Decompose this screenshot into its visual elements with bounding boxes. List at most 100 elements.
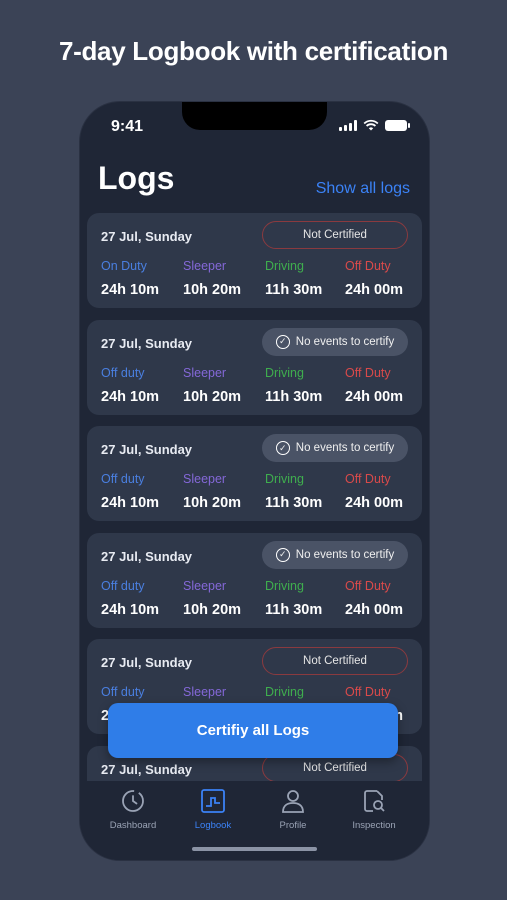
duty-hours: 10h 20m	[183, 388, 242, 405]
duty-label: Off Duty	[345, 365, 391, 380]
duty-label: Sleeper	[183, 578, 227, 593]
duty-column: Off Duty 24h 00m	[345, 259, 403, 298]
duty-column: Sleeper 10h 20m	[183, 472, 241, 511]
log-date: 27 Jul, Sunday	[101, 335, 193, 351]
certification-status: Not Certified	[303, 655, 367, 667]
certification-status: Not Certified	[303, 761, 367, 774]
duty-column: Driving 11h 30m	[265, 472, 322, 511]
certification-status: No events to certify	[295, 335, 395, 348]
duty-hours: 24h 10m	[101, 495, 160, 511]
duty-column: Off Duty 24h 00m	[345, 472, 403, 511]
not-certified-badge[interactable]: Not Certified	[262, 647, 408, 675]
certify-all-button[interactable]: Certifiy all Logs	[108, 703, 398, 758]
signal-icon	[339, 119, 357, 131]
status-time: 9:41	[111, 118, 144, 135]
duty-column: On Duty 24h 10m	[101, 259, 159, 298]
duty-label: Off Duty	[345, 578, 391, 593]
not-certified-badge[interactable]: Not Certified	[262, 221, 408, 249]
check-circle-icon: ✓	[275, 334, 290, 349]
log-date: 27 Jul, Sunday	[101, 229, 193, 244]
headline: 7-day Logbook with certification	[58, 36, 449, 66]
no-events-badge[interactable]: ✓ No events to certify	[262, 540, 408, 569]
duty-label: Sleeper	[183, 259, 227, 273]
duty-column: Off Duty 24h 00m	[345, 366, 403, 405]
duty-column: Off Duty 24h 00m	[345, 579, 403, 618]
duty-hours: 24h 00m	[345, 388, 404, 405]
duty-column: Sleeper 10h 20m	[183, 366, 241, 405]
duty-label: Off duty	[101, 472, 145, 486]
tab-dashboard[interactable]: Dashboard	[93, 788, 173, 831]
log-date: 27 Jul, Sunday	[101, 655, 193, 670]
logs-list[interactable]: 27 Jul, Sunday Not Certified On Duty 24h 10…	[87, 213, 422, 781]
duty-label: Off Duty	[345, 259, 391, 273]
certification-status: No events to certify	[295, 548, 395, 561]
duty-column: Off duty 24h 10m	[101, 579, 159, 618]
duty-hours: 10h 20m	[183, 601, 242, 618]
duty-label: Driving	[265, 259, 304, 273]
duty-label: Sleeper	[183, 365, 227, 380]
duty-column: Driving 11h 30m	[265, 259, 322, 298]
clock-icon	[122, 790, 144, 812]
phone-frame: 9:41 Logs Show all logs 27 Jul, Sunday No…	[80, 102, 429, 860]
log-card[interactable]: 27 Jul, Sunday ✓ No events to certify Off d…	[87, 319, 422, 415]
check-circle-icon: ✓	[275, 441, 290, 455]
notch	[182, 102, 327, 130]
log-card[interactable]: 27 Jul, Sunday ✓ No events to certify Off d…	[87, 532, 422, 628]
tab-inspection[interactable]: Inspection	[334, 788, 414, 831]
duty-column: Driving 11h 30m	[265, 366, 322, 405]
home-indicator	[192, 847, 317, 851]
duty-label: Off duty	[101, 578, 145, 593]
no-events-badge[interactable]: ✓ No events to certify	[262, 327, 408, 356]
duty-label: Off Duty	[345, 685, 391, 699]
duty-label: Sleeper	[183, 472, 227, 486]
duty-column: Off duty 24h 10m	[101, 366, 159, 405]
show-all-logs-link[interactable]: Show all logs	[316, 180, 410, 198]
certification-status: Not Certified	[303, 229, 367, 241]
check-circle-icon: ✓	[275, 547, 290, 562]
battery-icon	[385, 119, 410, 131]
log-date: 27 Jul, Sunday	[101, 442, 193, 457]
log-card[interactable]: 27 Jul, Sunday Not Certified On Duty 24h 10…	[87, 213, 422, 308]
tab-label: Profile	[279, 820, 307, 831]
tab-label: Inspection	[352, 820, 396, 831]
tab-label: Dashboard	[109, 820, 157, 831]
duty-label: Off duty	[101, 685, 145, 699]
duty-hours: 24h 10m	[101, 601, 160, 618]
duty-hours: 24h 00m	[345, 601, 404, 618]
duty-column: Driving 11h 30m	[265, 579, 322, 618]
duty-label: Driving	[265, 472, 304, 486]
status-icons	[339, 119, 410, 131]
duty-hours: 11h 30m	[265, 495, 323, 511]
duty-column: Off duty 24h 10m	[101, 472, 159, 511]
duty-label: Driving	[265, 685, 304, 699]
tab-logbook[interactable]: Logbook	[173, 788, 253, 831]
document-search-icon	[364, 790, 385, 812]
duty-hours: 24h 00m	[345, 495, 404, 511]
duty-hours: 24h 00m	[345, 282, 404, 298]
duty-label: Driving	[265, 578, 304, 593]
tab-profile[interactable]: Profile	[253, 788, 333, 831]
tab-label: Logbook	[194, 820, 232, 831]
duty-label: Driving	[265, 365, 304, 380]
chart-icon	[201, 789, 225, 813]
page-title: Logs	[98, 160, 175, 196]
no-events-badge[interactable]: ✓ No events to certify	[262, 434, 408, 462]
duty-label: On Duty	[101, 259, 147, 273]
duty-column: Sleeper 10h 20m	[183, 259, 241, 298]
log-card[interactable]: 27 Jul, Sunday ✓ No events to certify Off d…	[87, 426, 422, 521]
duty-hours: 11h 30m	[265, 388, 323, 405]
wifi-icon	[363, 119, 379, 131]
duty-label: Off Duty	[345, 472, 391, 486]
duty-hours: 11h 30m	[265, 282, 323, 298]
duty-label: Sleeper	[183, 685, 227, 699]
certification-status: No events to certify	[295, 442, 395, 454]
duty-label: Off duty	[101, 365, 145, 380]
log-date: 27 Jul, Sunday	[101, 761, 193, 777]
duty-hours: 11h 30m	[265, 601, 323, 618]
log-date: 27 Jul, Sunday	[101, 548, 193, 564]
duty-hours: 10h 20m	[183, 282, 242, 298]
person-icon	[282, 790, 304, 813]
duty-hours: 24h 10m	[101, 388, 160, 405]
duty-column: Sleeper 10h 20m	[183, 579, 241, 618]
duty-hours: 24h 10m	[101, 282, 160, 298]
